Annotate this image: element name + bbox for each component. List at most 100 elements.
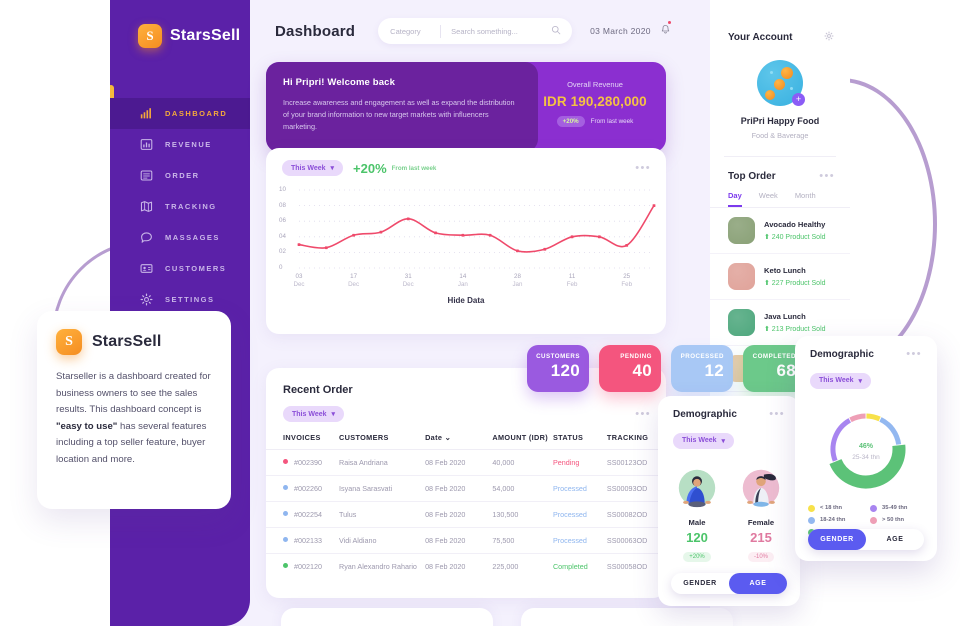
add-avatar-button[interactable]: + xyxy=(792,93,805,106)
sidebar-item-order[interactable]: Order xyxy=(110,160,250,191)
stat-label: PENDING xyxy=(620,353,652,360)
stat-card-customers[interactable]: CUSTOMERS 120 xyxy=(527,345,589,392)
cell-customer: Tulus xyxy=(339,501,426,528)
product-thumbnail xyxy=(728,217,755,244)
col-amount[interactable]: AMOUNT (IDR) xyxy=(492,428,553,450)
table-row[interactable]: #002390 Raisa Andriana 08 Feb 2020 40,000 Pe… xyxy=(266,449,666,476)
demographic-gender-header: Demographic ••• xyxy=(658,396,800,421)
toggle-gender-option[interactable]: GENDER xyxy=(671,573,729,594)
gender-age-toggle[interactable]: GENDER AGE xyxy=(808,529,924,550)
sidebar-item-revenue[interactable]: Revenue xyxy=(110,129,250,160)
search-input[interactable]: Search something... xyxy=(441,27,551,36)
col-customers[interactable]: CUSTOMERS xyxy=(339,428,425,450)
chart-point xyxy=(297,243,301,246)
gender-male: Male 120 +20% xyxy=(671,465,723,563)
tab-week[interactable]: Week xyxy=(759,191,778,207)
tab-month[interactable]: Month xyxy=(795,191,816,207)
legend-item: 35-49 thn xyxy=(870,504,932,512)
cell-invoice: #002254 xyxy=(266,501,340,528)
notification-bell-icon[interactable] xyxy=(660,21,671,40)
legend-label: 35-49 thn xyxy=(882,505,908,511)
recent-order-header-row: This Week ▾ ••• xyxy=(266,396,666,422)
demographic-gender-title: Demographic xyxy=(673,409,737,420)
male-value: 120 xyxy=(686,529,708,545)
chart-period-selector[interactable]: This Week ▾ xyxy=(282,160,344,176)
gender-age-toggle[interactable]: GENDER AGE xyxy=(671,573,787,594)
overall-revenue: Overall Revenue IDR 190,280,000 +20% Fro… xyxy=(537,80,653,127)
chart-delta: +20% xyxy=(353,160,387,176)
legend-item: < 18 thn xyxy=(808,504,870,512)
brand: S StarsSell xyxy=(110,0,250,48)
cell-customer: Vidi Aldiano xyxy=(339,527,426,554)
stat-card-pending[interactable]: PENDING 40 xyxy=(599,345,661,392)
chart-point xyxy=(516,249,519,253)
stat-card-processed[interactable]: PROCESSED 12 xyxy=(671,345,733,392)
top-order-title: Top Order xyxy=(728,171,776,182)
sidebar-item-tracking[interactable]: Tracking xyxy=(110,191,250,222)
chat-icon xyxy=(140,231,153,244)
demographic-gender-more-icon[interactable]: ••• xyxy=(769,409,785,420)
order-period-selector[interactable]: This Week ▾ xyxy=(283,406,345,422)
list-item[interactable]: Avocado Healthy ⬆ 240 Product Sold xyxy=(710,208,850,254)
order-more-icon[interactable]: ••• xyxy=(635,408,651,420)
overall-revenue-label: Overall Revenue xyxy=(567,80,623,89)
toggle-gender-option[interactable]: GENDER xyxy=(808,529,866,550)
list-icon xyxy=(140,169,153,182)
sidebar-item-dashboard[interactable]: Dashboard xyxy=(110,98,250,129)
toggle-age-option[interactable]: AGE xyxy=(866,529,924,550)
cell-invoice: #002390 xyxy=(266,449,340,476)
legend-swatch xyxy=(808,516,815,524)
male-change: +20% xyxy=(683,551,711,562)
search-icon[interactable] xyxy=(551,22,561,40)
main-content: Dashboard Category Search something... 0… xyxy=(250,0,805,626)
cell-date: 08 Feb 2020 xyxy=(425,449,493,476)
col-date[interactable]: Date ⌄ xyxy=(425,428,492,450)
status-badge: Processed xyxy=(552,527,607,554)
donut-percent: 46% xyxy=(858,443,874,450)
chart-header: This Week ▾ +20% From last week ••• xyxy=(266,148,666,176)
cell-amount: 40,000 xyxy=(492,449,553,476)
sidebar-item-label: Order xyxy=(165,171,200,180)
stat-value: 40 xyxy=(632,361,652,380)
top-order-more-icon[interactable]: ••• xyxy=(819,171,835,182)
table-row[interactable]: #002133 Vidi Aldiano 08 Feb 2020 75,500 Proc… xyxy=(266,527,666,554)
chart-more-icon[interactable]: ••• xyxy=(635,162,651,174)
sidebar-item-label: Tracking xyxy=(165,202,217,211)
female-label: Female xyxy=(747,517,775,527)
stat-value: 68 xyxy=(776,361,796,380)
product-sold: ⬆ 240 Product Sold xyxy=(764,234,826,241)
overall-revenue-delta: +20% From last week xyxy=(537,116,653,127)
gender-breakdown: Male 120 +20% Female 215 -10% xyxy=(658,465,800,563)
search-bar[interactable]: Category Search something... xyxy=(378,18,573,44)
table-row[interactable]: #002260 Isyana Sarasvati 08 Feb 2020 54,000… xyxy=(266,475,666,502)
welcome-greeting: Hi Pripri! Welcome back xyxy=(283,77,396,88)
sidebar-item-massages[interactable]: Massages xyxy=(110,222,250,253)
legend-swatch xyxy=(870,516,877,524)
gear-icon xyxy=(140,293,153,306)
recent-order-table: INVOICES CUSTOMERS Date ⌄ AMOUNT (IDR) S… xyxy=(266,428,666,579)
table-row[interactable]: #002120 Ryan Alexandro Rahario 08 Feb 2020… xyxy=(266,553,666,579)
chevron-down-icon: ▾ xyxy=(858,377,863,385)
toggle-age-option[interactable]: AGE xyxy=(729,573,787,594)
gear-icon[interactable] xyxy=(824,28,834,46)
current-date: 03 March 2020 xyxy=(590,26,651,36)
chart-point xyxy=(570,235,574,239)
chart-point xyxy=(488,233,492,237)
chart-line xyxy=(298,204,655,253)
demographic-age-period-selector[interactable]: This Week ▾ xyxy=(810,372,872,389)
hide-data-button[interactable]: Hide Data xyxy=(266,296,666,305)
tab-day[interactable]: Day xyxy=(728,191,742,207)
list-item[interactable]: Keto Lunch ⬆ 227 Product Sold xyxy=(710,254,850,300)
table-row[interactable]: #002254 Tulus 08 Feb 2020 130,500 Processed S… xyxy=(266,501,666,528)
cell-customer: Isyana Sarasvati xyxy=(339,475,426,502)
sidebar-item-customers[interactable]: Customers xyxy=(110,253,250,284)
recent-order-body: #002390 Raisa Andriana 08 Feb 2020 40,000 Pe… xyxy=(266,449,666,579)
cell-customer: Raisa Andriana xyxy=(339,449,426,476)
sidebar-item-label: Revenue xyxy=(165,140,212,149)
demographic-age-more-icon[interactable]: ••• xyxy=(906,349,922,360)
demographic-gender-period-selector[interactable]: This Week ▾ xyxy=(673,432,735,449)
col-invoices[interactable]: INVOICES xyxy=(266,428,339,450)
col-status[interactable]: STATUS xyxy=(553,428,607,450)
category-field[interactable]: Category xyxy=(378,27,440,36)
chart-point xyxy=(597,235,601,239)
